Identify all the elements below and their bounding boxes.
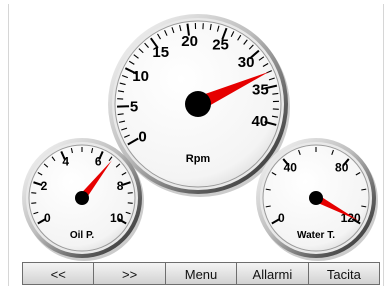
tick-label: 15 [152,44,169,61]
tick-label: 40 [251,113,268,130]
water-temperature-gauge: 040 80120Water T. [256,138,378,261]
minor-tick [117,113,124,116]
gauge-label: Rpm [186,153,211,165]
minor-tick [31,202,37,204]
previous-button[interactable]: << [23,263,95,284]
needle-hub [185,91,211,117]
tick-label: 40 [284,161,298,175]
needle-hub [75,191,89,205]
button-bar: << >> Menu Allarmi Tacita [22,262,380,285]
tick-label: 2 [41,179,48,193]
tick-label: 35 [252,82,269,99]
tick-label: 0 [44,211,51,225]
silence-button[interactable]: Tacita [308,263,380,284]
minor-tick [272,92,279,95]
tick-label: 25 [212,36,229,53]
tick-label: 80 [335,161,349,175]
minor-tick [31,192,37,194]
gauge-label: Oil P. [70,230,94,241]
minor-tick [127,202,133,204]
menu-button[interactable]: Menu [165,263,238,284]
next-button[interactable]: >> [94,263,166,284]
tick-label: 0 [278,211,285,225]
tick-label: 30 [238,54,255,71]
minor-tick [127,192,133,194]
tick-label: 6 [95,155,102,169]
tick-label: 10 [110,211,124,225]
tick-label: 4 [62,155,69,169]
tick-label: 5 [130,98,138,115]
oil-pressure-gauge: 0 24 6 8 10 Oil P. [22,138,144,261]
gauge-label: Water T. [297,230,335,241]
tick-label: 10 [132,68,149,85]
needle-hub [309,191,323,205]
alarms-button[interactable]: Allarmi [237,263,309,284]
tick-label: 8 [117,179,124,193]
tick-label: 20 [181,33,198,50]
